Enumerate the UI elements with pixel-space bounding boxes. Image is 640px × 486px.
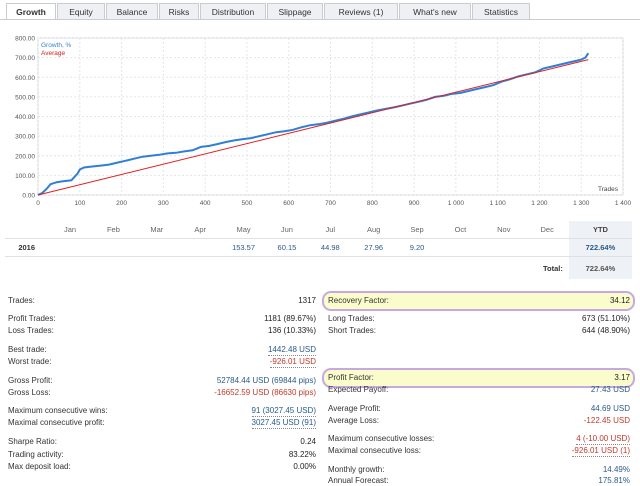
stat-maximal-consecutive-profit: Maximal consecutive profit: 3027.45 USD (… bbox=[8, 418, 316, 429]
stat-gross-profit: Gross Profit: 52784.44 USD (69844 pips) bbox=[8, 376, 316, 386]
stat-label: Trading activity: bbox=[8, 450, 64, 459]
stat-value: 52784.44 USD (69844 pips) bbox=[216, 376, 316, 385]
stat-label: Recovery Factor: bbox=[328, 296, 389, 305]
stat-short-trades: Short Trades: 644 (48.90%) bbox=[328, 326, 630, 336]
stat-annual-forecast: Annual Forecast: 175.81% bbox=[328, 476, 630, 486]
stat-value: 644 (48.90%) bbox=[581, 326, 630, 335]
stat-value: 1317 bbox=[298, 296, 316, 305]
stats-right-column: Recovery Factor: 34.12 Long Trades: 673 (51… bbox=[328, 0, 630, 485]
stat-maximum-consecutive-wins: Maximum consecutive wins: 91 (3027.45 USD… bbox=[8, 406, 316, 417]
stat-label: Expected Payoff: bbox=[328, 385, 389, 394]
stat-value: -122.45 USD bbox=[583, 416, 630, 425]
stat-max-deposit-load: Max deposit load: 0.00% bbox=[8, 462, 316, 472]
stat-loss-trades: Loss Trades: 136 (10.33%) bbox=[8, 326, 316, 336]
stat-maximum-consecutive-losses: Maximum consecutive losses: 4 (-10.00 USD… bbox=[328, 434, 630, 445]
stat-label: Profit Trades: bbox=[8, 314, 56, 323]
stat-label: Short Trades: bbox=[328, 326, 377, 335]
stat-value: 27.43 USD bbox=[590, 385, 630, 394]
stat-long-trades: Long Trades: 673 (51.10%) bbox=[328, 314, 630, 324]
stat-label: Maximal consecutive loss: bbox=[328, 446, 421, 455]
stat-value: 3.17 bbox=[614, 373, 630, 382]
stat-value: 1181 (89.67%) bbox=[264, 314, 316, 323]
stat-label: Monthly growth: bbox=[328, 465, 385, 474]
stat-label: Best trade: bbox=[8, 345, 47, 354]
stat-value[interactable]: -926.01 USD (1) bbox=[571, 446, 630, 457]
stats-left-column: Trades: 1317 Profit Trades: 1181 (89.67%) Lo… bbox=[8, 0, 316, 480]
stat-profit-factor: Profit Factor: 3.17 bbox=[328, 373, 630, 383]
stat-label: Maximum consecutive losses: bbox=[328, 434, 435, 443]
stat-label: Profit Factor: bbox=[328, 373, 374, 382]
stat-trading-activity: Trading activity: 83.22% bbox=[8, 450, 316, 460]
stat-label: Trades: bbox=[8, 296, 35, 305]
stat-label: Long Trades: bbox=[328, 314, 375, 323]
stat-label: Maximal consecutive profit: bbox=[8, 418, 105, 427]
stat-gross-loss: Gross Loss: -16652.59 USD (86630 pips) bbox=[8, 388, 316, 398]
stat-average-loss: Average Loss: -122.45 USD bbox=[328, 416, 630, 426]
stat-value[interactable]: 91 (3027.45 USD) bbox=[251, 406, 316, 417]
stat-label: Gross Loss: bbox=[8, 388, 51, 397]
stat-label: Average Profit: bbox=[328, 404, 381, 413]
stat-label: Sharpe Ratio: bbox=[8, 437, 57, 446]
stat-label: Maximum consecutive wins: bbox=[8, 406, 108, 415]
stat-worst-trade: Worst trade: -926.01 USD bbox=[8, 357, 316, 368]
stat-value: 175.81% bbox=[598, 476, 630, 485]
stat-average-profit: Average Profit: 44.69 USD bbox=[328, 404, 630, 414]
stat-best-trade: Best trade: 1442.48 USD bbox=[8, 345, 316, 356]
stat-value[interactable]: -926.01 USD bbox=[269, 357, 316, 368]
stat-value: -16652.59 USD (86630 pips) bbox=[214, 388, 316, 397]
stat-label: Max deposit load: bbox=[8, 462, 71, 471]
stat-value[interactable]: 4 (-10.00 USD) bbox=[576, 434, 630, 445]
stat-label: Gross Profit: bbox=[8, 376, 53, 385]
stat-value: 83.22% bbox=[288, 450, 316, 459]
stat-value: 34.12 bbox=[609, 296, 630, 305]
stat-profit-trades: Profit Trades: 1181 (89.67%) bbox=[8, 314, 316, 324]
stat-label: Worst trade: bbox=[8, 357, 52, 366]
stat-value[interactable]: 1442.48 USD bbox=[267, 345, 316, 356]
stat-label: Average Loss: bbox=[328, 416, 379, 425]
stat-expected-payoff: Expected Payoff: 27.43 USD bbox=[328, 385, 630, 395]
stat-value: 0.00% bbox=[293, 462, 316, 471]
stat-value: 136 (10.33%) bbox=[267, 326, 316, 335]
stat-value: 673 (51.10%) bbox=[581, 314, 630, 323]
stat-recovery-factor: Recovery Factor: 34.12 bbox=[328, 296, 630, 306]
stat-label: Annual Forecast: bbox=[328, 476, 389, 485]
stat-trades: Trades: 1317 bbox=[8, 296, 316, 306]
stat-label: Loss Trades: bbox=[8, 326, 54, 335]
stat-value: 0.24 bbox=[300, 437, 316, 446]
stat-sharpe-ratio: Sharpe Ratio: 0.24 bbox=[8, 437, 316, 447]
stat-maximal-consecutive-loss: Maximal consecutive loss: -926.01 USD (1) bbox=[328, 446, 630, 457]
stat-value: 44.69 USD bbox=[590, 404, 630, 413]
stat-value[interactable]: 3027.45 USD (91) bbox=[251, 418, 316, 429]
stat-value: 14.49% bbox=[602, 465, 630, 474]
stat-monthly-growth: Monthly growth: 14.49% bbox=[328, 465, 630, 475]
